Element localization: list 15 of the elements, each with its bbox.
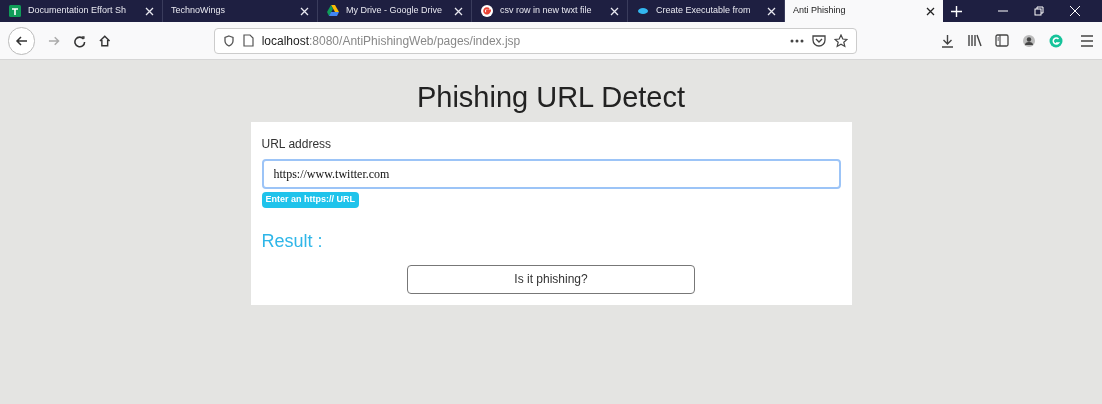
url-input[interactable]: https://www.twitter.com xyxy=(261,159,841,189)
tab-title: Create Executable from xyxy=(656,4,751,18)
hint-badge: Enter an https:// URL xyxy=(261,192,359,208)
address-bar[interactable]: localhost:8080/AntiPhishingWeb/pages/index.jsp xyxy=(213,27,857,54)
tab-title: My Drive - Google Drive xyxy=(346,4,443,18)
url-text: localhost:8080/AntiPhishingWeb/pages/index.jsp xyxy=(261,32,521,50)
browser-tab[interactable]: Anti Phishing xyxy=(785,0,944,22)
tab-title: Anti Phishing xyxy=(793,4,846,18)
tab-title: csv row in new twxt file xyxy=(500,4,592,18)
tab-title: Documentation Effort Sh xyxy=(28,4,126,18)
page-heading: Phishing URL Detect xyxy=(416,80,686,114)
field-label: URL address xyxy=(261,136,332,153)
tab-title: TechnoWings xyxy=(171,4,226,18)
phishing-check-button[interactable]: Is it phishing? xyxy=(407,264,695,294)
result-label: Result : xyxy=(261,229,323,253)
